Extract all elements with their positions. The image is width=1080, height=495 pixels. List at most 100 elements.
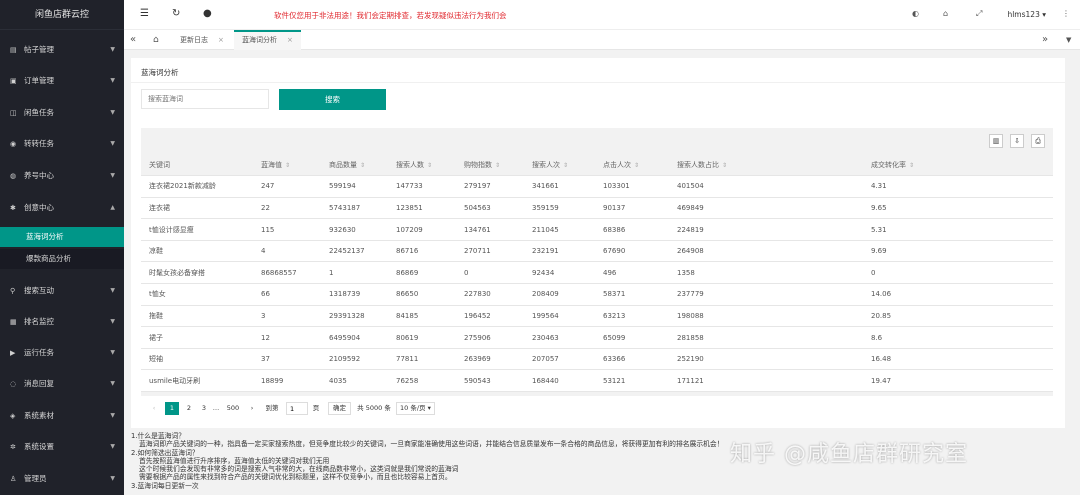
table-row[interactable]: 连衣裙 22 5743187 123851 504563 359159 90137 46984… bbox=[141, 197, 1053, 220]
table-row[interactable]: 时髦女孩必备穿搭 86868557 1 86869 0 92434 496 1358 0 bbox=[141, 261, 1053, 285]
menu-toggle-icon[interactable]: ☰ bbox=[140, 8, 149, 19]
table-toolbar: ▥ ⇩ ⎙ bbox=[141, 128, 1053, 154]
column-header[interactable]: 蓝海值 ⇕ bbox=[253, 154, 321, 177]
table-cell: 67690 bbox=[595, 240, 669, 263]
column-header[interactable]: 搜索人次 ⇕ bbox=[524, 154, 595, 177]
sort-icon[interactable]: ⇕ bbox=[285, 162, 290, 169]
table-row[interactable]: 短袖 37 2109592 77811 263969 207057 63366 252190 1… bbox=[141, 348, 1053, 371]
table-cell: 16.48 bbox=[863, 348, 1053, 371]
goto-page-input[interactable] bbox=[286, 402, 308, 415]
page-number-current[interactable]: 1 bbox=[165, 402, 179, 415]
table-cell: 281858 bbox=[669, 326, 863, 349]
print-icon[interactable]: ⎙ bbox=[1031, 134, 1045, 148]
sidebar-item-posts[interactable]: ▤ 帖子管理 ▼ bbox=[0, 39, 124, 61]
sidebar-item-creative-center[interactable]: ✱ 创意中心 ▲ bbox=[0, 197, 124, 219]
table-cell: 230463 bbox=[524, 326, 595, 349]
table-cell: 247 bbox=[253, 175, 321, 198]
table-cell: t恤女 bbox=[141, 283, 253, 306]
theme-icon[interactable]: ◐ bbox=[912, 9, 919, 18]
page-number[interactable]: 3 bbox=[198, 402, 210, 415]
export-icon[interactable]: ⇩ bbox=[1010, 134, 1024, 148]
page-number[interactable]: 500 bbox=[224, 402, 242, 415]
table-row[interactable]: t恤女 66 1318739 86650 227830 208409 58371 237779… bbox=[141, 283, 1053, 306]
page-number[interactable]: 2 bbox=[183, 402, 195, 415]
column-header[interactable]: 搜索人数 ⇕ bbox=[388, 154, 456, 177]
tab-changelog[interactable]: 更新日志 × bbox=[180, 30, 224, 50]
sort-icon[interactable]: ⇕ bbox=[427, 162, 432, 169]
home-tab-icon[interactable]: ⌂ bbox=[153, 30, 159, 50]
chevron-down-icon: ▼ bbox=[110, 318, 115, 325]
close-icon[interactable]: × bbox=[287, 36, 293, 44]
chat-bubble-icon[interactable]: ● bbox=[203, 8, 212, 19]
table-cell: 65099 bbox=[595, 326, 669, 349]
more-vertical-icon[interactable]: ⋮ bbox=[1062, 9, 1070, 18]
sidebar-subitem-blue-ocean[interactable]: 蓝海词分析 bbox=[0, 227, 124, 247]
sidebar-item-account-center[interactable]: ◍ 养号中心 ▼ bbox=[0, 165, 124, 187]
tabs-menu-icon[interactable]: ▼ bbox=[1066, 30, 1071, 50]
table-row[interactable]: t恤设计感显瘦 115 932630 107209 134761 211045 68386 2… bbox=[141, 218, 1053, 241]
column-header[interactable]: 商品数量 ⇕ bbox=[321, 154, 388, 177]
table-cell: 1358 bbox=[669, 261, 863, 285]
sidebar-item-xianyu-tasks[interactable]: ◫ 闲鱼任务 ▼ bbox=[0, 102, 124, 124]
table-cell: 171121 bbox=[669, 369, 863, 393]
sidebar-item-search-interaction[interactable]: ⚲ 搜索互动 ▼ bbox=[0, 280, 124, 302]
column-header[interactable]: 购物指数 ⇕ bbox=[456, 154, 524, 177]
user-menu[interactable]: hlms123 ▾ bbox=[1007, 10, 1046, 19]
table-cell: 279197 bbox=[456, 175, 524, 198]
sort-icon[interactable]: ⇕ bbox=[563, 162, 568, 169]
column-header[interactable]: 成交转化率 ⇕ bbox=[863, 154, 1053, 177]
sort-icon[interactable]: ⇕ bbox=[634, 162, 639, 169]
table-cell: 80619 bbox=[388, 326, 456, 349]
table-row[interactable]: 裙子 12 6495904 80619 275906 230463 65099 281858 8… bbox=[141, 326, 1053, 349]
fish-icon: ◫ bbox=[10, 109, 17, 117]
sidebar-item-run-tasks[interactable]: ▶ 运行任务 ▼ bbox=[0, 342, 124, 364]
tag-icon[interactable]: ⌂ bbox=[943, 9, 948, 18]
table-row[interactable]: 拖鞋 3 29391328 84185 196452 199564 63213 198088 2… bbox=[141, 305, 1053, 328]
sort-icon[interactable]: ⇕ bbox=[722, 162, 727, 169]
sidebar-item-zhuanzhuan-tasks[interactable]: ◉ 转转任务 ▼ bbox=[0, 133, 124, 155]
main-card: 蓝海词分析 搜索 ▥ ⇩ ⎙ 关键词 蓝海值⇕ 商品数量⇕ 搜索人数⇕ 购物指数… bbox=[131, 58, 1065, 428]
search-icon: ⚲ bbox=[10, 287, 16, 295]
tab-blue-ocean[interactable]: 蓝海词分析 × bbox=[234, 30, 301, 50]
sidebar-item-system-materials[interactable]: ◈ 系统素材 ▼ bbox=[0, 405, 124, 427]
column-header[interactable]: 搜索人数占比 ⇕ bbox=[669, 154, 863, 177]
sidebar-subitem-hot-products[interactable]: 爆款商品分析 bbox=[0, 249, 124, 269]
sort-icon[interactable]: ⇕ bbox=[909, 162, 914, 169]
search-button[interactable]: 搜索 bbox=[279, 89, 386, 110]
table-cell: 264908 bbox=[669, 240, 863, 263]
columns-filter-icon[interactable]: ▥ bbox=[989, 134, 1003, 148]
sidebar-item-message-reply[interactable]: ◌ 消息回复 ▼ bbox=[0, 373, 124, 395]
sidebar-item-orders[interactable]: ▣ 订单管理 ▼ bbox=[0, 70, 124, 92]
table-cell: 77811 bbox=[388, 348, 456, 371]
fullscreen-icon[interactable]: ⤢ bbox=[976, 9, 982, 19]
table-cell: 932630 bbox=[321, 218, 388, 241]
search-input[interactable] bbox=[141, 89, 269, 109]
table-cell: 0 bbox=[456, 261, 524, 285]
tabs-scroll-left-icon[interactable]: « bbox=[130, 30, 136, 50]
message-icon: ◌ bbox=[10, 380, 17, 388]
refresh-icon[interactable]: ↻ bbox=[172, 8, 180, 19]
sidebar-item-rank-monitor[interactable]: ▦ 排名监控 ▼ bbox=[0, 311, 124, 333]
sidebar-item-system-settings[interactable]: ✲ 系统设置 ▼ bbox=[0, 436, 124, 458]
prev-page-icon[interactable]: ‹ bbox=[149, 402, 159, 415]
sort-icon[interactable]: ⇕ bbox=[360, 162, 365, 169]
keyword-table: 关键词 蓝海值 ⇕ 商品数量 ⇕ 搜索人数 ⇕ 购物指数 ⇕ 搜索人次 ⇕ 点击人次 ⇕ 搜… bbox=[141, 154, 1053, 393]
table-row[interactable]: 凉鞋 4 22452137 86716 270711 232191 67690 264908 9… bbox=[141, 240, 1053, 263]
goto-confirm-button[interactable]: 确定 bbox=[328, 402, 351, 415]
table-cell: 5.31 bbox=[863, 218, 1053, 241]
table-cell: 86869 bbox=[388, 261, 456, 285]
sort-icon[interactable]: ⇕ bbox=[495, 162, 500, 169]
sidebar-item-admin[interactable]: ♙ 管理员 ▼ bbox=[0, 468, 124, 490]
table-row[interactable]: 连衣裙2021新款减龄 247 599194 147733 279197 341661 10… bbox=[141, 175, 1053, 198]
next-page-icon[interactable]: › bbox=[247, 402, 257, 415]
table-cell: 198088 bbox=[669, 305, 863, 328]
column-header[interactable]: 点击人次 ⇕ bbox=[595, 154, 669, 177]
table-cell: 12 bbox=[253, 326, 321, 349]
close-icon[interactable]: × bbox=[218, 36, 224, 44]
page-size-select[interactable]: 10 条/页 ▾ bbox=[396, 402, 435, 415]
table-row[interactable]: usmile电动牙刷 18899 4035 76258 590543 168440 5312… bbox=[141, 369, 1053, 393]
document-icon: ▤ bbox=[10, 46, 17, 54]
table-cell: 84185 bbox=[388, 305, 456, 328]
tabs-scroll-right-icon[interactable]: » bbox=[1042, 30, 1048, 50]
page-ellipsis: … bbox=[212, 404, 220, 412]
